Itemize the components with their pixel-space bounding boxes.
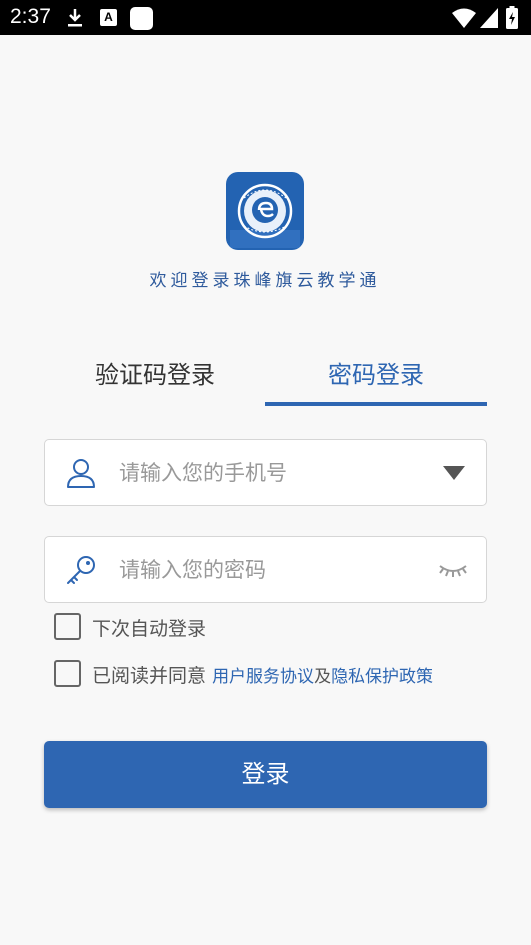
wifi-icon [452,8,476,28]
welcome-title: 欢迎登录珠峰旗云教学通 [149,271,381,291]
agree-prefix: 已阅读并同意 [92,665,207,687]
phone-input[interactable] [119,440,419,505]
logo-emblem-icon [230,183,300,248]
eye-closed-icon[interactable] [438,560,468,580]
notification-a-icon: A [100,9,117,26]
phone-field[interactable] [44,439,487,506]
tab-sms-login[interactable]: 验证码登录 [44,355,266,390]
status-time: 2:37 [10,5,51,28]
agree-checkbox[interactable] [54,660,81,687]
key-icon [67,556,95,584]
user-agreement-link[interactable]: 用户服务协议 [212,667,314,687]
app-logo [226,172,304,250]
password-input[interactable] [119,537,419,602]
conjunction-text: 及 [314,667,332,687]
download-icon [68,9,82,27]
auto-login-label: 下次自动登录 [92,618,207,640]
tab-password-login[interactable]: 密码登录 [265,355,487,390]
active-tab-indicator [265,402,487,406]
status-bar: 2:37 A [0,0,531,35]
privacy-policy-link[interactable]: 隐私保护政策 [331,667,433,687]
notification-square-icon [130,7,153,30]
signal-icon [480,8,498,28]
battery-icon [506,6,518,29]
password-field[interactable] [44,536,487,603]
chevron-down-icon[interactable] [443,466,465,480]
auto-login-checkbox[interactable] [54,613,81,640]
login-button[interactable]: 登录 [44,741,487,808]
agreement-text: 已阅读并同意 用户服务协议及隐私保护政策 [92,661,433,688]
user-icon [67,459,95,488]
